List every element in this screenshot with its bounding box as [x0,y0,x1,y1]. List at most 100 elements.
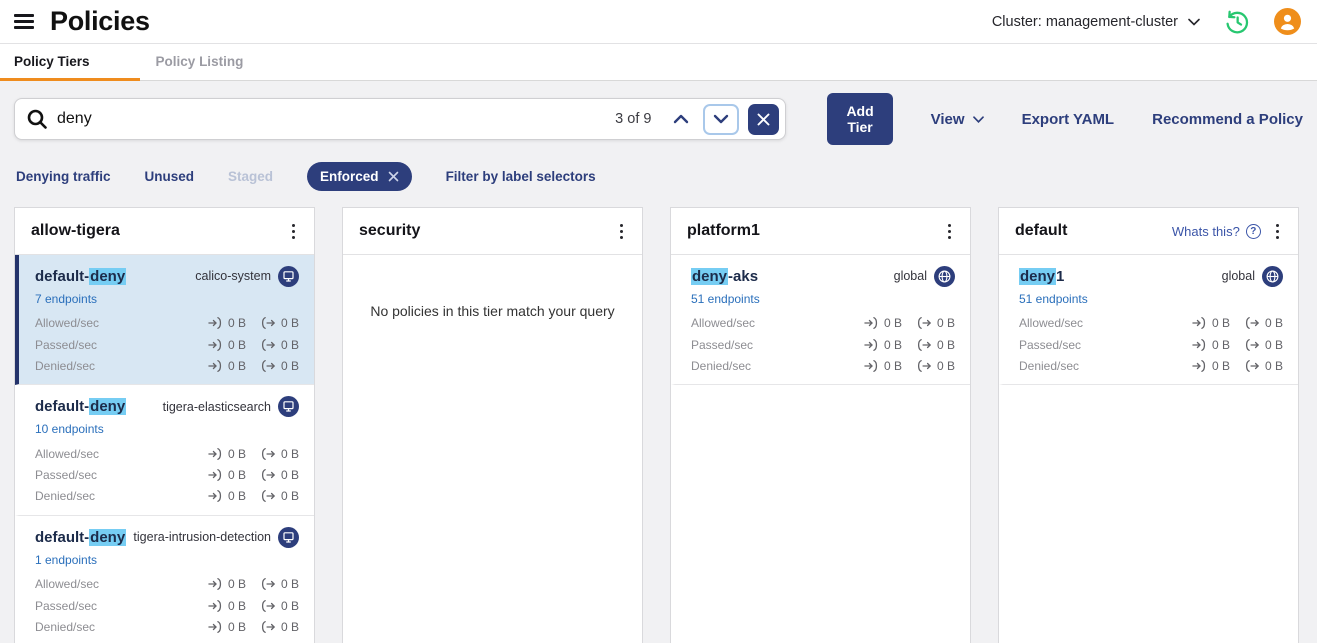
stat-inbound: 0 B [1192,338,1230,352]
endpoints-link[interactable]: 51 endpoints [691,292,760,306]
chip-remove-icon[interactable] [388,171,399,182]
policy-name-suffix: -aks [728,268,758,285]
search-input[interactable] [57,110,615,128]
filter-chip-unused[interactable]: Unused [145,169,195,184]
outbound-traffic-icon [261,338,276,352]
policy-scope: tigera-intrusion-detection [133,527,299,548]
stat-in-value: 0 B [1212,338,1230,352]
tier-menu-kebab-icon[interactable] [287,221,300,242]
stat-outbound: 0 B [261,489,299,503]
stat-inbound: 0 B [864,316,902,330]
outbound-traffic-icon [261,577,276,591]
inbound-traffic-icon [208,620,223,634]
policy-card-top: default-deny tigera-elasticsearch [35,396,299,417]
tier-column-allow-tigera: allow-tigera default-deny calico-system … [14,207,315,643]
stat-values: 0 B 0 B [208,599,299,613]
tier-menu-kebab-icon[interactable] [1271,221,1284,242]
policy-card[interactable]: default-deny tigera-intrusion-detection … [15,516,314,643]
outbound-traffic-icon [261,359,276,373]
stat-out-value: 0 B [281,620,299,634]
policy-name-match: deny [1019,268,1056,285]
stat-row: Passed/sec 0 B 0 B [691,334,955,355]
search-clear-button[interactable] [748,104,779,135]
history-icon[interactable] [1224,9,1250,35]
recommend-policy-button[interactable]: Recommend a Policy [1152,111,1303,128]
stat-row: Passed/sec 0 B 0 B [35,595,299,616]
outbound-traffic-icon [261,316,276,330]
stat-values: 0 B 0 B [1192,359,1283,373]
tier-menu-kebab-icon[interactable] [615,221,628,242]
search-next-button[interactable] [703,104,739,135]
stat-label: Denied/sec [1019,359,1079,373]
top-bar-right: Cluster: management-cluster [992,8,1301,35]
endpoints-link[interactable]: 10 endpoints [35,422,104,436]
policy-card[interactable]: default-deny calico-system 7 endpoints A… [15,255,314,386]
whats-this-label: Whats this? [1172,224,1240,239]
stat-inbound: 0 B [208,468,246,482]
inbound-traffic-icon [864,359,879,373]
tier-menu-kebab-icon[interactable] [943,221,956,242]
stat-inbound: 0 B [208,359,246,373]
stat-outbound: 0 B [917,316,955,330]
stat-inbound: 0 B [208,338,246,352]
chevron-down-icon [713,114,729,124]
stat-row: Denied/sec 0 B 0 B [691,355,955,376]
stat-in-value: 0 B [228,316,246,330]
filter-chip-enforced[interactable]: Enforced [307,162,412,191]
globe-icon [1262,266,1283,287]
policy-card[interactable]: deny-aks global 51 endpoints Allowed/sec [671,255,970,386]
tier-title: platform1 [687,222,943,240]
policy-scope: global [1222,266,1283,287]
tab-policy-listing[interactable]: Policy Listing [140,44,260,81]
stat-out-value: 0 B [937,359,955,373]
policy-card-top: deny1 global [1019,266,1283,287]
avatar[interactable] [1274,8,1301,35]
endpoints-link[interactable]: 7 endpoints [35,292,97,306]
stat-outbound: 0 B [261,599,299,613]
tier-title: security [359,222,615,240]
inbound-traffic-icon [864,338,879,352]
endpoints-link[interactable]: 51 endpoints [1019,292,1088,306]
inbound-traffic-icon [208,359,223,373]
stat-outbound: 0 B [1245,359,1283,373]
card-stats: Allowed/sec 0 B 0 B Passed/sec [35,313,299,377]
inbound-traffic-icon [208,599,223,613]
filter-chip-staged[interactable]: Staged [228,169,273,184]
stat-row: Allowed/sec 0 B 0 B [35,574,299,595]
whats-this-link[interactable]: Whats this? ? [1172,224,1261,239]
stat-out-value: 0 B [1265,316,1283,330]
stat-outbound: 0 B [261,577,299,591]
view-dropdown[interactable]: View [931,111,984,128]
stat-outbound: 0 B [1245,338,1283,352]
stat-in-value: 0 B [884,338,902,352]
stat-label: Passed/sec [35,468,97,482]
export-yaml-button[interactable]: Export YAML [1022,111,1115,128]
stat-in-value: 0 B [1212,359,1230,373]
view-dropdown-label: View [931,111,965,128]
inbound-traffic-icon [1192,338,1207,352]
stat-label: Denied/sec [691,359,751,373]
policy-scope: calico-system [195,266,299,287]
outbound-traffic-icon [1245,316,1260,330]
tier-body: No policies in this tier match your quer… [343,255,642,643]
stat-in-value: 0 B [228,359,246,373]
filter-chip-denying-traffic[interactable]: Denying traffic [16,169,111,184]
search-prev-button[interactable] [667,110,695,128]
stat-in-value: 0 B [228,489,246,503]
add-tier-button[interactable]: Add Tier [827,93,892,145]
endpoints-link[interactable]: 1 endpoints [35,553,97,567]
outbound-traffic-icon [917,338,932,352]
stat-out-value: 0 B [1265,359,1283,373]
hamburger-menu-icon[interactable] [14,14,34,29]
stat-row: Allowed/sec 0 B 0 B [691,313,955,334]
policy-card[interactable]: default-deny tigera-elasticsearch 10 end… [15,385,314,516]
tab-policy-tiers[interactable]: Policy Tiers [0,44,140,81]
stat-values: 0 B 0 B [1192,316,1283,330]
stat-values: 0 B 0 B [208,338,299,352]
filter-chip-filter-by-label-selectors[interactable]: Filter by label selectors [446,169,596,184]
cluster-selector[interactable]: Cluster: management-cluster [992,14,1200,30]
policy-card[interactable]: deny1 global 51 endpoints Allowed/sec [999,255,1298,386]
tier-body: deny-aks global 51 endpoints Allowed/sec [671,255,970,643]
policy-name: default-deny [35,268,126,285]
chevron-up-icon [673,114,689,124]
